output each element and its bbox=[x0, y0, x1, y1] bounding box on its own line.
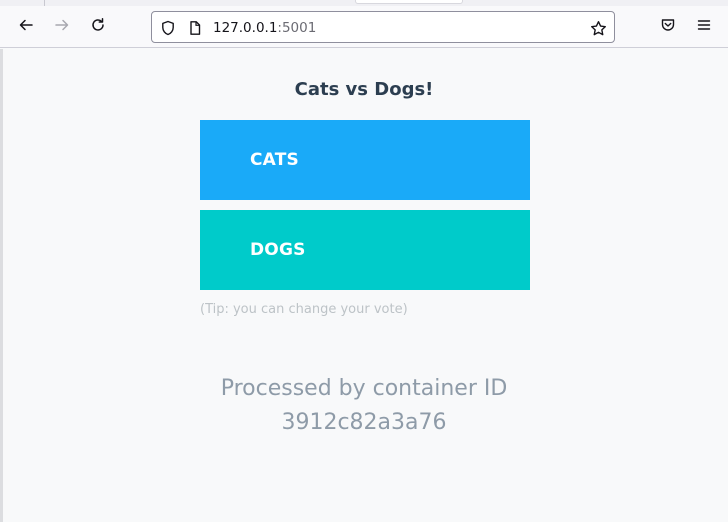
active-tab-edge[interactable] bbox=[355, 0, 463, 4]
vote-cats-button[interactable]: CATS bbox=[200, 120, 530, 200]
url-port: :5001 bbox=[277, 20, 317, 36]
url-host: 127.0.0.1 bbox=[213, 20, 278, 36]
app-menu-button[interactable] bbox=[692, 13, 716, 37]
pocket-icon bbox=[661, 19, 675, 31]
tab-strip bbox=[0, 0, 728, 6]
back-arrow-icon bbox=[19, 19, 33, 31]
processed-label: Processed by container ID bbox=[220, 376, 508, 401]
forward-button[interactable] bbox=[50, 13, 74, 37]
page-icon[interactable] bbox=[186, 19, 204, 37]
shield-icon[interactable] bbox=[159, 19, 177, 37]
page-title: Cats vs Dogs! bbox=[294, 79, 434, 100]
url-bar[interactable]: 127.0.0.1:5001 bbox=[151, 11, 615, 43]
vote-tip: (Tip: you can change your vote) bbox=[200, 302, 408, 317]
pocket-button[interactable] bbox=[656, 13, 680, 37]
container-info: Processed by container ID 3912c82a3a76 bbox=[0, 372, 728, 440]
tab-separator bbox=[44, 0, 45, 6]
hamburger-menu-icon bbox=[697, 20, 711, 30]
url-text[interactable]: 127.0.0.1:5001 bbox=[213, 19, 316, 37]
back-button[interactable] bbox=[14, 13, 38, 37]
vote-dogs-button[interactable]: DOGS bbox=[200, 210, 530, 290]
star-icon[interactable] bbox=[588, 18, 608, 38]
browser-toolbar: 127.0.0.1:5001 bbox=[0, 0, 728, 48]
reload-icon bbox=[92, 18, 104, 31]
forward-arrow-icon bbox=[55, 19, 69, 31]
viewport-edge bbox=[0, 49, 3, 522]
reload-button[interactable] bbox=[86, 13, 110, 37]
container-id: 3912c82a3a76 bbox=[281, 410, 447, 435]
